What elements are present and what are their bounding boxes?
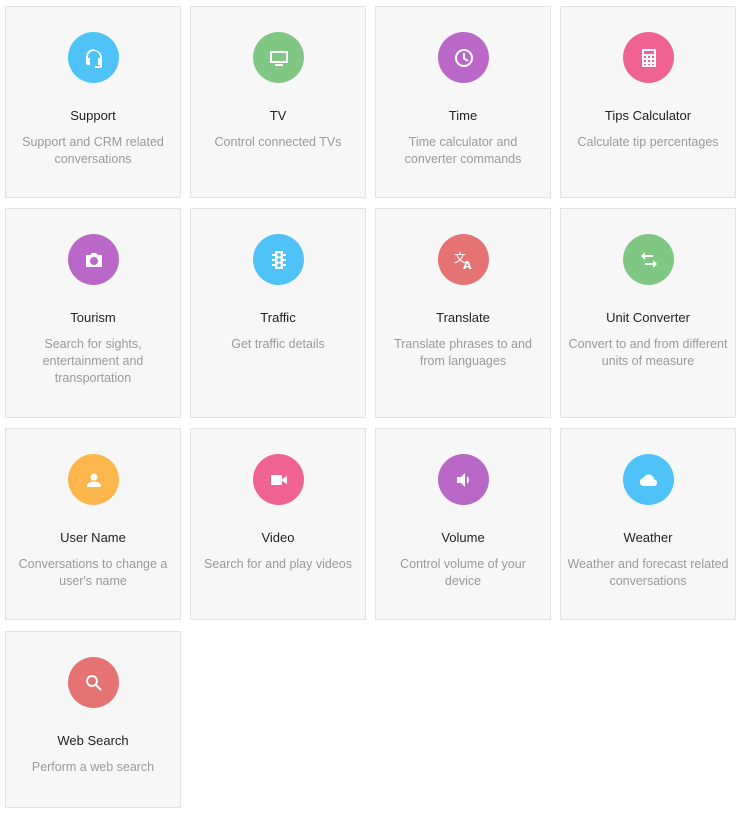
cloud-icon — [623, 454, 674, 505]
card-description: Control volume of your device — [400, 557, 526, 588]
tv-icon — [253, 32, 304, 83]
card-description: Search for sights, entertainment and tra… — [42, 337, 144, 385]
card-title: Traffic — [260, 310, 296, 325]
agent-card-tips-calculator[interactable]: Tips Calculator Calculate tip percentage… — [560, 6, 736, 198]
camera-icon — [68, 234, 119, 285]
headset-icon — [68, 32, 119, 83]
speaker-icon — [438, 454, 489, 505]
agent-card-translate[interactable]: 文A Translate Translate phrases to and fr… — [375, 208, 551, 418]
svg-text:A: A — [463, 259, 472, 272]
agent-card-video[interactable]: Video Search for and play videos — [190, 428, 366, 620]
clock-icon — [438, 32, 489, 83]
video-camera-icon — [253, 454, 304, 505]
card-description: Search for and play videos — [203, 557, 352, 571]
card-description: Translate phrases to and from languages — [394, 337, 532, 368]
card-description: Support and CRM related conversations — [22, 135, 164, 166]
card-title: Tourism — [70, 310, 116, 325]
agent-card-web-search[interactable]: Web Search Perform a web search — [5, 631, 181, 808]
agent-card-volume[interactable]: Volume Control volume of your device — [375, 428, 551, 620]
card-title: Volume — [441, 530, 485, 545]
card-title: Video — [261, 530, 295, 545]
agent-card-weather[interactable]: Weather Weather and forecast related con… — [560, 428, 736, 620]
search-icon — [68, 657, 119, 708]
calculator-icon — [623, 32, 674, 83]
card-description: Control connected TVs — [214, 135, 342, 149]
agent-card-time[interactable]: Time Time calculator and converter comma… — [375, 6, 551, 198]
swap-arrows-icon — [623, 234, 674, 285]
agent-card-tourism[interactable]: Tourism Search for sights, entertainment… — [5, 208, 181, 418]
person-icon — [68, 454, 119, 505]
card-title: Time — [448, 108, 478, 123]
card-title: User Name — [60, 530, 126, 545]
card-description: Convert to and from different units of m… — [568, 337, 728, 368]
agent-card-tv[interactable]: TV Control connected TVs — [190, 6, 366, 198]
card-title: Web Search — [57, 733, 129, 748]
card-title: Tips Calculator — [604, 108, 692, 123]
card-description: Time calculator and converter commands — [404, 135, 522, 166]
card-description: Perform a web search — [31, 760, 155, 774]
agent-card-unit-converter[interactable]: Unit Converter Convert to and from diffe… — [560, 208, 736, 418]
card-description: Calculate tip percentages — [577, 135, 719, 149]
card-description: Conversations to change a user's name — [18, 557, 168, 588]
translate-icon: 文A — [438, 234, 489, 285]
traffic-light-icon — [253, 234, 304, 285]
card-title: Translate — [436, 310, 490, 325]
card-description: Weather and forecast related conversatio… — [567, 557, 729, 588]
agent-card-support[interactable]: Support Support and CRM related conversa… — [5, 6, 181, 198]
agent-card-user-name[interactable]: User Name Conversations to change a user… — [5, 428, 181, 620]
agent-card-traffic[interactable]: Traffic Get traffic details — [190, 208, 366, 418]
card-description: Get traffic details — [231, 337, 325, 351]
card-title: Weather — [623, 530, 673, 545]
card-title: Unit Converter — [606, 310, 690, 325]
card-title: Support — [70, 108, 116, 123]
card-title: TV — [269, 108, 287, 123]
